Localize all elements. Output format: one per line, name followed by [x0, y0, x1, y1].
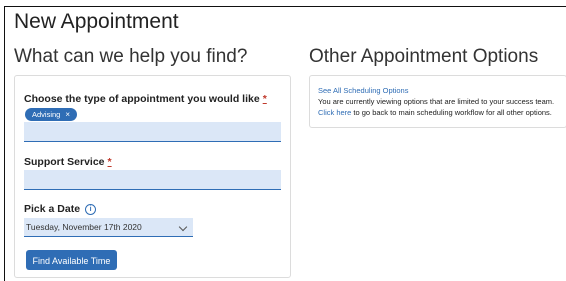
support-service-label-text: Support Service	[24, 156, 105, 168]
chevron-down-icon	[178, 222, 188, 232]
find-available-time-button[interactable]: Find Available Time	[26, 250, 117, 270]
search-section-heading: What can we help you find?	[14, 46, 248, 67]
page-title: New Appointment	[14, 10, 179, 33]
info-icon[interactable]: i	[85, 204, 97, 215]
appointment-type-select[interactable]	[24, 122, 281, 142]
required-indicator: *	[107, 156, 112, 168]
remove-tag-icon[interactable]: ×	[65, 108, 70, 121]
required-indicator: *	[262, 93, 267, 105]
see-all-scheduling-options-link[interactable]: See All Scheduling Options	[318, 86, 408, 95]
support-service-select[interactable]	[24, 170, 281, 190]
appointment-type-label-text: Choose the type of appointment you would…	[24, 93, 260, 105]
date-select-value: Tuesday, November 17th 2020	[26, 222, 142, 232]
other-options-heading: Other Appointment Options	[309, 46, 539, 67]
appointment-type-label: Choose the type of appointment you would…	[24, 93, 267, 105]
date-select[interactable]: Tuesday, November 17th 2020	[24, 218, 193, 237]
selected-tag-advising: Advising ×	[25, 108, 78, 121]
support-service-label: Support Service *	[24, 156, 112, 168]
pick-date-label-text: Pick a Date	[24, 203, 81, 215]
go-back-text: to go back to main scheduling workflow f…	[351, 108, 552, 117]
pick-date-label: Pick a Date i	[24, 203, 97, 215]
limited-options-text: You are currently viewing options that a…	[318, 97, 555, 106]
click-here-link[interactable]: Click here	[318, 108, 351, 117]
go-back-line: Click here to go back to main scheduling…	[318, 108, 552, 117]
tag-label: Advising	[32, 110, 61, 119]
